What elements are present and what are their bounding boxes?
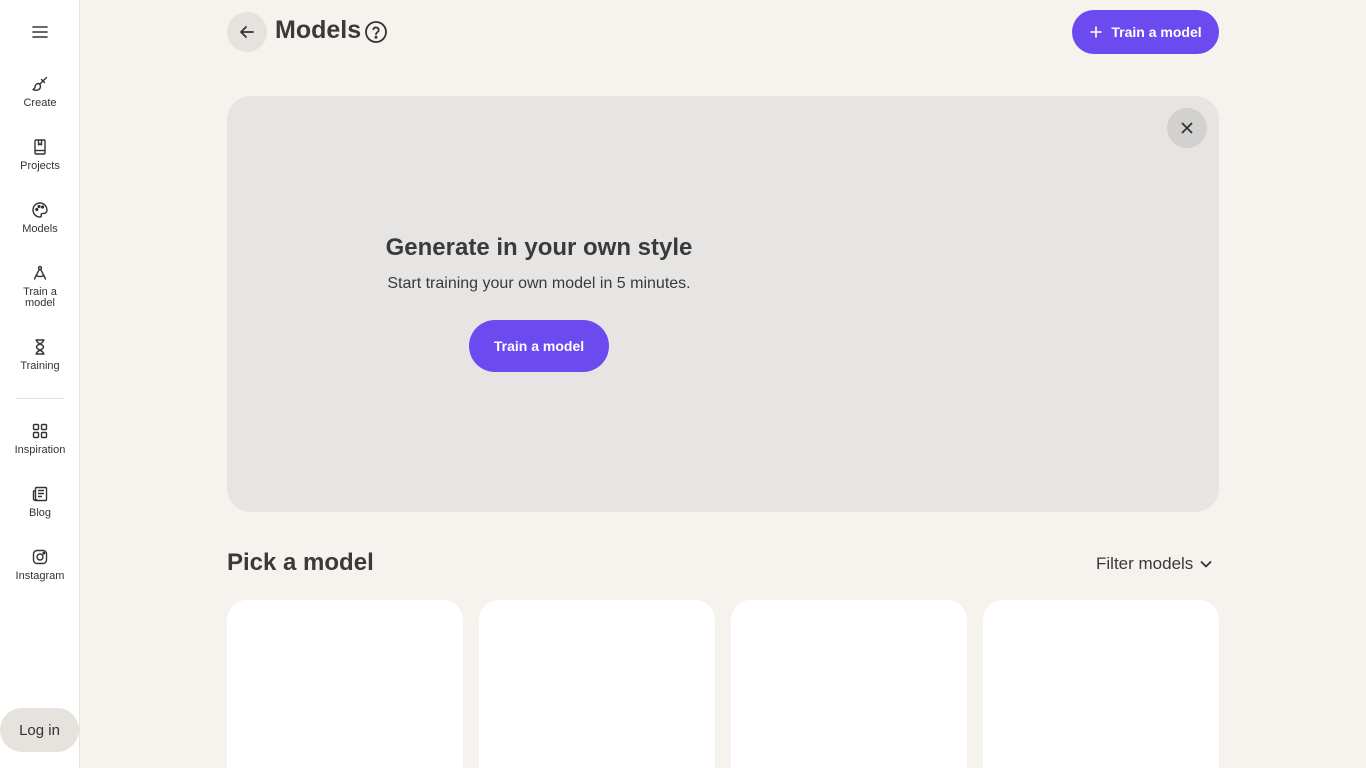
- plus-icon: [1090, 26, 1103, 38]
- sidebar-item-inspiration[interactable]: Inspiration: [0, 421, 80, 456]
- page-title: Models: [275, 16, 362, 44]
- section-title: Pick a model: [227, 549, 374, 576]
- sidebar-item-label: Train a model: [23, 286, 57, 309]
- promo-train-model-button[interactable]: Train a model: [469, 320, 609, 372]
- train-model-button-label: Train a model: [1111, 24, 1202, 40]
- filter-models-label: Filter models: [1096, 554, 1194, 573]
- promo-card: Generate in your own style Start trainin…: [227, 96, 1219, 512]
- paintbrush-icon: [30, 74, 50, 94]
- sidebar-item-label: Create: [23, 97, 57, 109]
- model-card[interactable]: [479, 600, 715, 768]
- sidebar-item-models[interactable]: Models: [0, 200, 80, 235]
- filter-models-button[interactable]: Filter models: [1096, 553, 1213, 575]
- sidebar-item-create[interactable]: Create: [0, 74, 80, 109]
- model-card[interactable]: [227, 600, 463, 768]
- login-button[interactable]: Log in: [0, 708, 79, 752]
- sidebar-item-projects[interactable]: Projects: [0, 137, 80, 172]
- sidebar-item-train-a-model[interactable]: Train a model: [0, 263, 80, 309]
- sidebar-item-label: Projects: [20, 160, 60, 172]
- sidebar-item-blog[interactable]: Blog: [0, 484, 80, 519]
- sidebar-item-label: Instagram: [15, 570, 65, 582]
- sidebar-item-label: Blog: [28, 507, 52, 519]
- newspaper-icon: [30, 484, 50, 504]
- palette-icon: [30, 200, 50, 220]
- promo-subtitle: Start training your own model in 5 minut…: [387, 275, 691, 292]
- close-icon: [1181, 122, 1193, 134]
- instagram-icon: [30, 547, 50, 567]
- promo-heading: Generate in your own style: [385, 234, 693, 261]
- train-model-button[interactable]: Train a model: [1072, 10, 1219, 54]
- back-button[interactable]: [227, 12, 267, 52]
- sidebar-item-label: Training: [20, 360, 60, 372]
- hourglass-icon: [30, 337, 50, 357]
- model-card[interactable]: [731, 600, 967, 768]
- sidebar-item-instagram[interactable]: Instagram: [0, 547, 80, 582]
- arrow-left-icon: [240, 26, 254, 38]
- book-icon: [30, 137, 50, 157]
- close-button[interactable]: [1167, 108, 1207, 148]
- help-icon[interactable]: [364, 20, 388, 44]
- grid-icon: [30, 421, 50, 441]
- hamburger-icon[interactable]: [28, 22, 52, 42]
- chevron-down-icon: [1200, 561, 1212, 568]
- sidebar: Create Projects Models Train a model Tra…: [0, 0, 80, 768]
- sidebar-item-label: Models: [22, 223, 58, 235]
- sidebar-item-label: Inspiration: [14, 444, 66, 456]
- sidebar-item-training[interactable]: Training: [0, 337, 80, 372]
- model-card[interactable]: [983, 600, 1219, 768]
- sidebar-divider: [16, 398, 64, 399]
- compass-drawing-icon: [30, 263, 50, 283]
